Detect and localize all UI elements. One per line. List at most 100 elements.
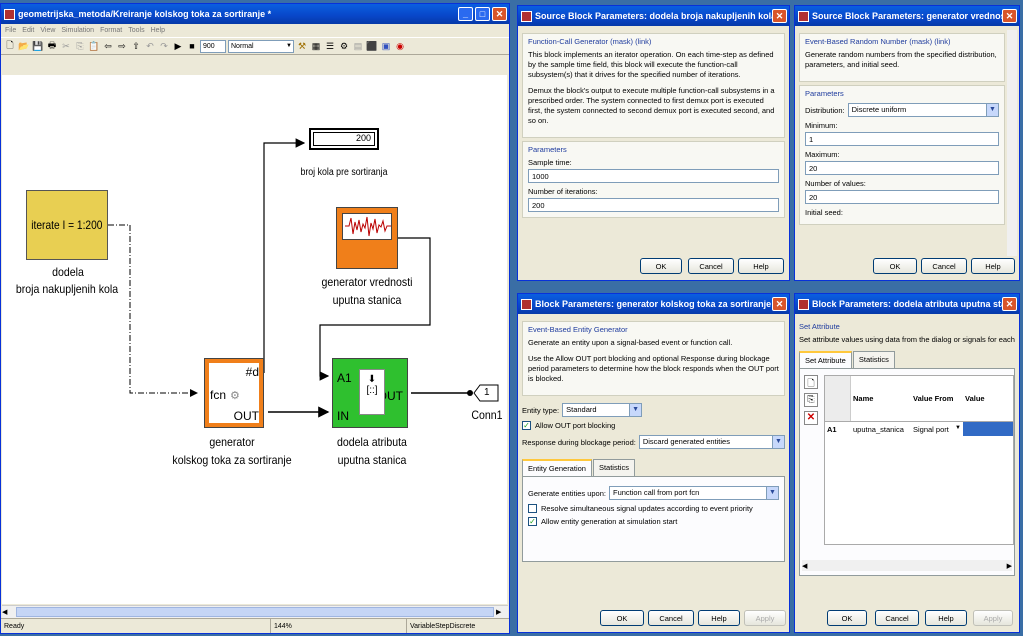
scroll-thumb[interactable] (16, 607, 494, 617)
up-icon[interactable]: ⇧ (130, 40, 142, 52)
menu-tools[interactable]: Tools (128, 27, 144, 34)
back-icon[interactable]: ⇦ (102, 40, 114, 52)
stop-time-field[interactable]: 900 (200, 39, 226, 53)
close-button[interactable]: ✕ (772, 297, 787, 311)
response-select[interactable]: Discard generated entities ▼ (638, 434, 785, 449)
explorer-icon[interactable]: ☰ (324, 40, 336, 52)
cut-icon[interactable]: ✂ (60, 40, 72, 52)
vertical-scrollbar[interactable] (1007, 30, 1017, 256)
allow-start-checkbox[interactable]: ✓ Allow entity generation at simulation s… (528, 517, 779, 526)
description-group: Event-Based Random Number (mask) (link) … (799, 33, 1005, 82)
debug-icon[interactable]: ⚙ (338, 40, 350, 52)
entity-type-select[interactable]: Standard ▼ (562, 402, 643, 417)
menu-help[interactable]: Help (151, 27, 165, 34)
play-icon[interactable]: ▶ (172, 40, 184, 52)
iterator-block[interactable]: iterate I = 1:200 (26, 190, 108, 260)
display-block[interactable]: 200 (309, 128, 379, 150)
menu-view[interactable]: View (40, 27, 55, 34)
apply-button[interactable]: Apply (973, 610, 1013, 626)
help-button[interactable]: Help (971, 258, 1015, 274)
diagram-canvas[interactable]: iterate I = 1:200 dodela broja nakupljen… (2, 75, 507, 604)
initial-seed-label: Initial seed: (805, 208, 843, 217)
cancel-button[interactable]: Cancel (921, 258, 967, 274)
tab-statistics[interactable]: Statistics (852, 351, 895, 368)
sim-mode-select[interactable]: Normal ▼ (228, 39, 294, 53)
copy-row-icon[interactable]: ⎘ (804, 393, 818, 407)
print-icon[interactable]: 🖶 (46, 40, 58, 52)
ok-button[interactable]: OK (873, 258, 917, 274)
horizontal-scrollbar[interactable]: ◀ ▶ (2, 605, 508, 618)
help-button[interactable]: Help (698, 610, 740, 626)
row-value-from-text: Signal port (913, 424, 949, 434)
menu-file[interactable]: File (5, 27, 16, 34)
cancel-button[interactable]: Cancel (688, 258, 734, 274)
close-button[interactable]: ✕ (492, 7, 507, 21)
close-button[interactable]: ✕ (1002, 9, 1017, 23)
tab-pane: 🗋 ⎘ ✕ Name Value From Value A1 uputna_st… (799, 368, 1015, 576)
generate-upon-select[interactable]: Function call from port fcn ▼ (608, 485, 779, 500)
close-button[interactable]: ✕ (1002, 297, 1017, 311)
copy-icon[interactable]: ⎘ (74, 40, 86, 52)
scroll-left-icon[interactable]: ◀ (2, 608, 14, 616)
add-row-icon[interactable]: 🗋 (804, 375, 818, 389)
target-icon[interactable]: ◉ (394, 40, 406, 52)
delete-row-icon[interactable]: ✕ (804, 411, 818, 425)
scroll-right-icon[interactable]: ▶ (496, 608, 508, 616)
help-button[interactable]: Help (738, 258, 784, 274)
horizontal-scrollbar[interactable]: ◀ ▶ (802, 560, 1012, 571)
save-icon[interactable]: 💾 (32, 40, 44, 52)
new-icon[interactable]: 🗋 (4, 40, 16, 52)
num-values-field[interactable]: 20 (805, 190, 999, 204)
table-row[interactable]: A1 uputna_stanica Signal port ▼ (825, 422, 1013, 436)
ok-button[interactable]: OK (600, 610, 644, 626)
stop-icon[interactable]: ■ (186, 40, 198, 52)
description-2: Use the Allow OUT port blocking and opti… (528, 354, 779, 383)
library-icon[interactable]: ▦ (310, 40, 322, 52)
menu-edit[interactable]: Edit (22, 27, 34, 34)
minimum-field[interactable]: 1 (805, 132, 999, 146)
distribution-select[interactable]: Discrete uniform ▼ (847, 102, 999, 117)
function-call-line (108, 224, 198, 397)
forward-icon[interactable]: ⇨ (116, 40, 128, 52)
block-icon[interactable]: ▣ (380, 40, 392, 52)
tab-statistics[interactable]: Statistics (592, 459, 635, 476)
entity-gen-label-1: generator (209, 435, 255, 449)
menu-format[interactable]: Format (100, 27, 122, 34)
iterations-field[interactable]: 200 (528, 198, 779, 212)
maximize-button[interactable]: □ (475, 7, 490, 21)
entity-generator-block[interactable]: fcn #d OUT ⚙ (204, 358, 264, 428)
resolve-checkbox[interactable]: Resolve simultaneous signal updates acco… (528, 504, 779, 513)
allow-blocking-checkbox[interactable]: ✓ Allow OUT port blocking (522, 421, 785, 430)
row-value-cell[interactable] (963, 422, 1013, 436)
tab-strip: Entity Generation Statistics (522, 459, 785, 476)
undo-icon[interactable]: ↶ (144, 40, 156, 52)
model-icon[interactable]: ⬛ (366, 40, 378, 52)
ok-button[interactable]: OK (827, 610, 867, 626)
set-attribute-block[interactable]: A1 IN OUT ⬇ [::] (332, 358, 408, 428)
sample-time-field[interactable]: 1000 (528, 169, 779, 183)
help-button[interactable]: Help (925, 610, 967, 626)
open-icon[interactable]: 📂 (18, 40, 30, 52)
minimize-button[interactable]: _ (458, 7, 473, 21)
scroll-right-icon[interactable]: ▶ (1007, 562, 1012, 570)
browser-icon[interactable]: ▤ (352, 40, 364, 52)
random-number-block[interactable] (336, 207, 398, 269)
maximum-field[interactable]: 20 (805, 161, 999, 175)
menu-simulation[interactable]: Simulation (61, 27, 94, 34)
tab-set-attribute[interactable]: Set Attribute (799, 351, 852, 368)
tab-entity-generation[interactable]: Entity Generation (522, 459, 592, 476)
cancel-button[interactable]: Cancel (875, 610, 919, 626)
cancel-button[interactable]: Cancel (648, 610, 694, 626)
scroll-left-icon[interactable]: ◀ (802, 562, 807, 570)
conn-dot (467, 390, 473, 396)
row-value-from[interactable]: Signal port ▼ (911, 425, 963, 434)
paste-icon[interactable]: 📋 (88, 40, 100, 52)
close-button[interactable]: ✕ (772, 9, 787, 23)
redo-icon[interactable]: ↷ (158, 40, 170, 52)
row-name[interactable]: uputna_stanica (851, 425, 911, 434)
description: Generate random numbers from the specifi… (805, 50, 997, 69)
simulink-icon (521, 298, 532, 310)
ok-button[interactable]: OK (640, 258, 682, 274)
build-icon[interactable]: ⚒ (296, 40, 308, 52)
apply-button[interactable]: Apply (744, 610, 786, 626)
